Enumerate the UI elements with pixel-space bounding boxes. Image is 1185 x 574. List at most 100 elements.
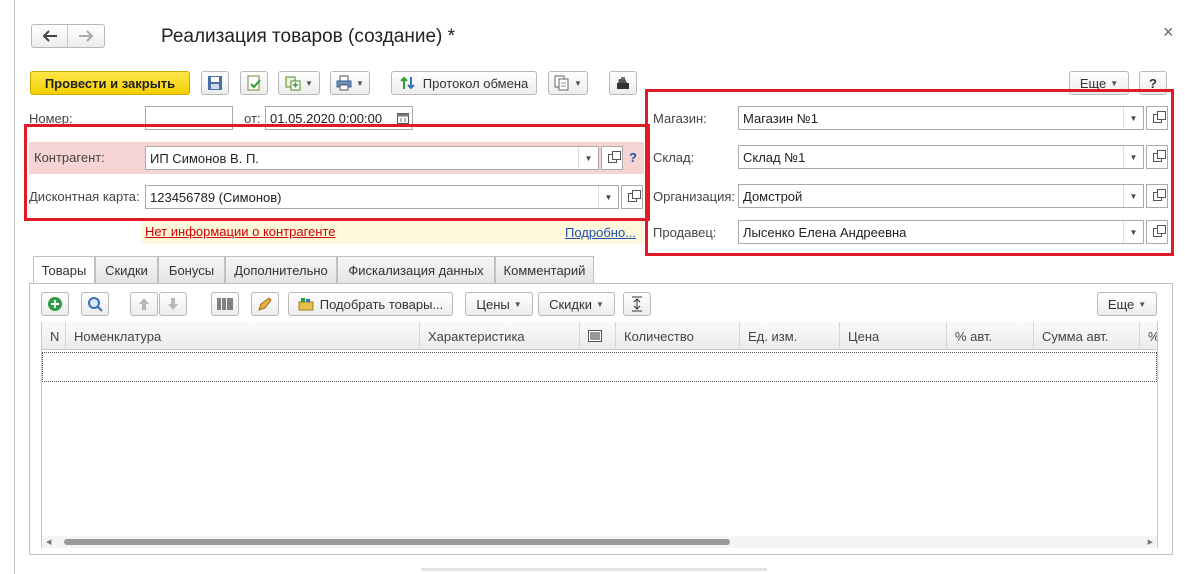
column-header-nomenclature[interactable]: Номенклатура: [66, 322, 420, 350]
chevron-down-icon: ▼: [305, 78, 313, 88]
tab-discounts[interactable]: Скидки: [95, 256, 158, 283]
table-more-label: Еще: [1107, 296, 1135, 312]
column-header-auto-percent[interactable]: % авт.: [947, 322, 1034, 350]
organization-value: Домстрой: [743, 188, 803, 204]
close-icon[interactable]: ×: [1163, 22, 1174, 43]
window-title: Реализация товаров (создание) *: [161, 26, 456, 47]
related-documents-icon: [554, 75, 569, 91]
store-label: Магазин:: [653, 111, 707, 126]
tab-label: Комментарий: [503, 262, 586, 278]
tab-additional[interactable]: Дополнительно: [225, 256, 337, 283]
floppy-disk-icon: [208, 76, 222, 90]
scroll-left-icon[interactable]: ◀: [46, 538, 51, 546]
chevron-down-icon: ▼: [595, 299, 604, 309]
pick-goods-label: Подобрать товары...: [319, 296, 444, 312]
save-button[interactable]: [201, 71, 229, 95]
move-up-button[interactable]: [130, 292, 158, 316]
column-header-characteristic[interactable]: Характеристика: [420, 322, 580, 350]
column-header-n[interactable]: N: [42, 322, 66, 350]
document-window: Реализация товаров (создание) * × Провес…: [14, 0, 1185, 574]
details-link[interactable]: Подробно...: [565, 225, 636, 240]
open-form-icon: [1152, 110, 1166, 123]
store-open-button[interactable]: [1146, 106, 1168, 130]
print-button[interactable]: ▼: [330, 71, 370, 95]
seller-open-button[interactable]: [1146, 220, 1168, 244]
no-info-link[interactable]: Нет информации о контрагенте: [145, 224, 336, 239]
left-highlight-box: [24, 124, 650, 221]
chevron-down-icon: ▼: [574, 78, 582, 88]
scrollbar-thumb[interactable]: [64, 539, 730, 545]
add-row-button[interactable]: [41, 292, 69, 316]
pencil-icon: [258, 297, 272, 311]
seller-field[interactable]: Лысенко Елена Андреевна ▼: [738, 220, 1144, 244]
calendar-icon[interactable]: [394, 112, 412, 124]
warehouse-field[interactable]: Склад №1 ▼: [738, 145, 1144, 169]
tab-fiscalization[interactable]: Фискализация данных: [337, 256, 495, 283]
scale-button[interactable]: [251, 292, 279, 316]
organization-open-button[interactable]: [1146, 184, 1168, 208]
tab-goods[interactable]: Товары: [33, 256, 95, 284]
table-row[interactable]: [42, 352, 1157, 382]
window-resize-grip[interactable]: [421, 568, 767, 571]
horizontal-scrollbar[interactable]: ◀ ▶: [42, 536, 1157, 548]
goods-basket-icon: [298, 298, 314, 311]
store-value: Магазин №1: [743, 110, 818, 126]
back-button[interactable]: [32, 25, 69, 47]
chevron-down-icon[interactable]: ▼: [1123, 107, 1143, 129]
move-down-button[interactable]: [159, 292, 187, 316]
tab-label: Товары: [41, 263, 87, 278]
related-documents-button[interactable]: ▼: [548, 71, 588, 95]
column-header-barcode[interactable]: [580, 322, 616, 350]
column-header-auto-sum[interactable]: Сумма авт.: [1034, 322, 1140, 350]
pick-goods-button[interactable]: Подобрать товары...: [288, 292, 453, 316]
arrow-right-icon: [79, 30, 94, 42]
post-and-close-button[interactable]: Провести и закрыть: [30, 71, 190, 95]
post-and-close-label: Провести и закрыть: [44, 75, 176, 91]
resize-rows-button[interactable]: [623, 292, 651, 316]
table-more-button[interactable]: Еще ▼: [1097, 292, 1157, 316]
exchange-protocol-button[interactable]: Протокол обмена: [391, 71, 537, 95]
warehouse-label: Склад:: [653, 150, 695, 165]
arrow-down-icon: [168, 298, 178, 310]
cash-register-icon: [617, 77, 629, 89]
column-header-quantity[interactable]: Количество: [616, 322, 740, 350]
organization-field[interactable]: Домстрой ▼: [738, 184, 1144, 208]
chevron-down-icon[interactable]: ▼: [1123, 185, 1143, 207]
discounts-label: Скидки: [549, 296, 592, 312]
seller-value: Лысенко Елена Андреевна: [743, 224, 907, 240]
column-header-price[interactable]: Цена: [840, 322, 947, 350]
arrow-up-icon: [139, 298, 149, 310]
column-header-percent[interactable]: %: [1140, 322, 1157, 350]
tab-comment[interactable]: Комментарий: [495, 256, 594, 283]
prices-label: Цены: [476, 296, 510, 312]
search-icon: [88, 297, 103, 312]
tab-bonuses[interactable]: Бонусы: [158, 256, 225, 283]
column-header-unit[interactable]: Ед. изм.: [740, 322, 840, 350]
arrow-left-icon: [42, 30, 57, 42]
scroll-right-icon[interactable]: ▶: [1148, 538, 1153, 546]
prices-button[interactable]: Цены ▼: [465, 292, 533, 316]
tab-label: Фискализация данных: [348, 262, 484, 278]
organization-label: Организация:: [653, 189, 736, 204]
forward-button[interactable]: [68, 25, 104, 47]
cash-register-button[interactable]: [609, 71, 637, 95]
chevron-down-icon[interactable]: ▼: [1123, 146, 1143, 168]
tab-label: Дополнительно: [234, 262, 328, 278]
open-form-icon: [1152, 149, 1166, 162]
tab-label: Скидки: [105, 262, 148, 278]
post-button[interactable]: [240, 71, 268, 95]
printer-icon: [336, 75, 352, 91]
chevron-down-icon[interactable]: ▼: [1123, 221, 1143, 243]
seller-label: Продавец:: [653, 225, 717, 240]
create-based-on-button[interactable]: ▼: [278, 71, 320, 95]
barcode-button[interactable]: [211, 292, 239, 316]
nav-buttons: [31, 24, 105, 48]
warehouse-value: Склад №1: [743, 149, 806, 165]
barcode-icon: [217, 298, 233, 310]
store-field[interactable]: Магазин №1 ▼: [738, 106, 1144, 130]
search-barcode-button[interactable]: [81, 292, 109, 316]
barcode-icon: [588, 330, 602, 342]
warehouse-open-button[interactable]: [1146, 145, 1168, 169]
discounts-button[interactable]: Скидки ▼: [538, 292, 615, 316]
open-form-icon: [1152, 188, 1166, 201]
